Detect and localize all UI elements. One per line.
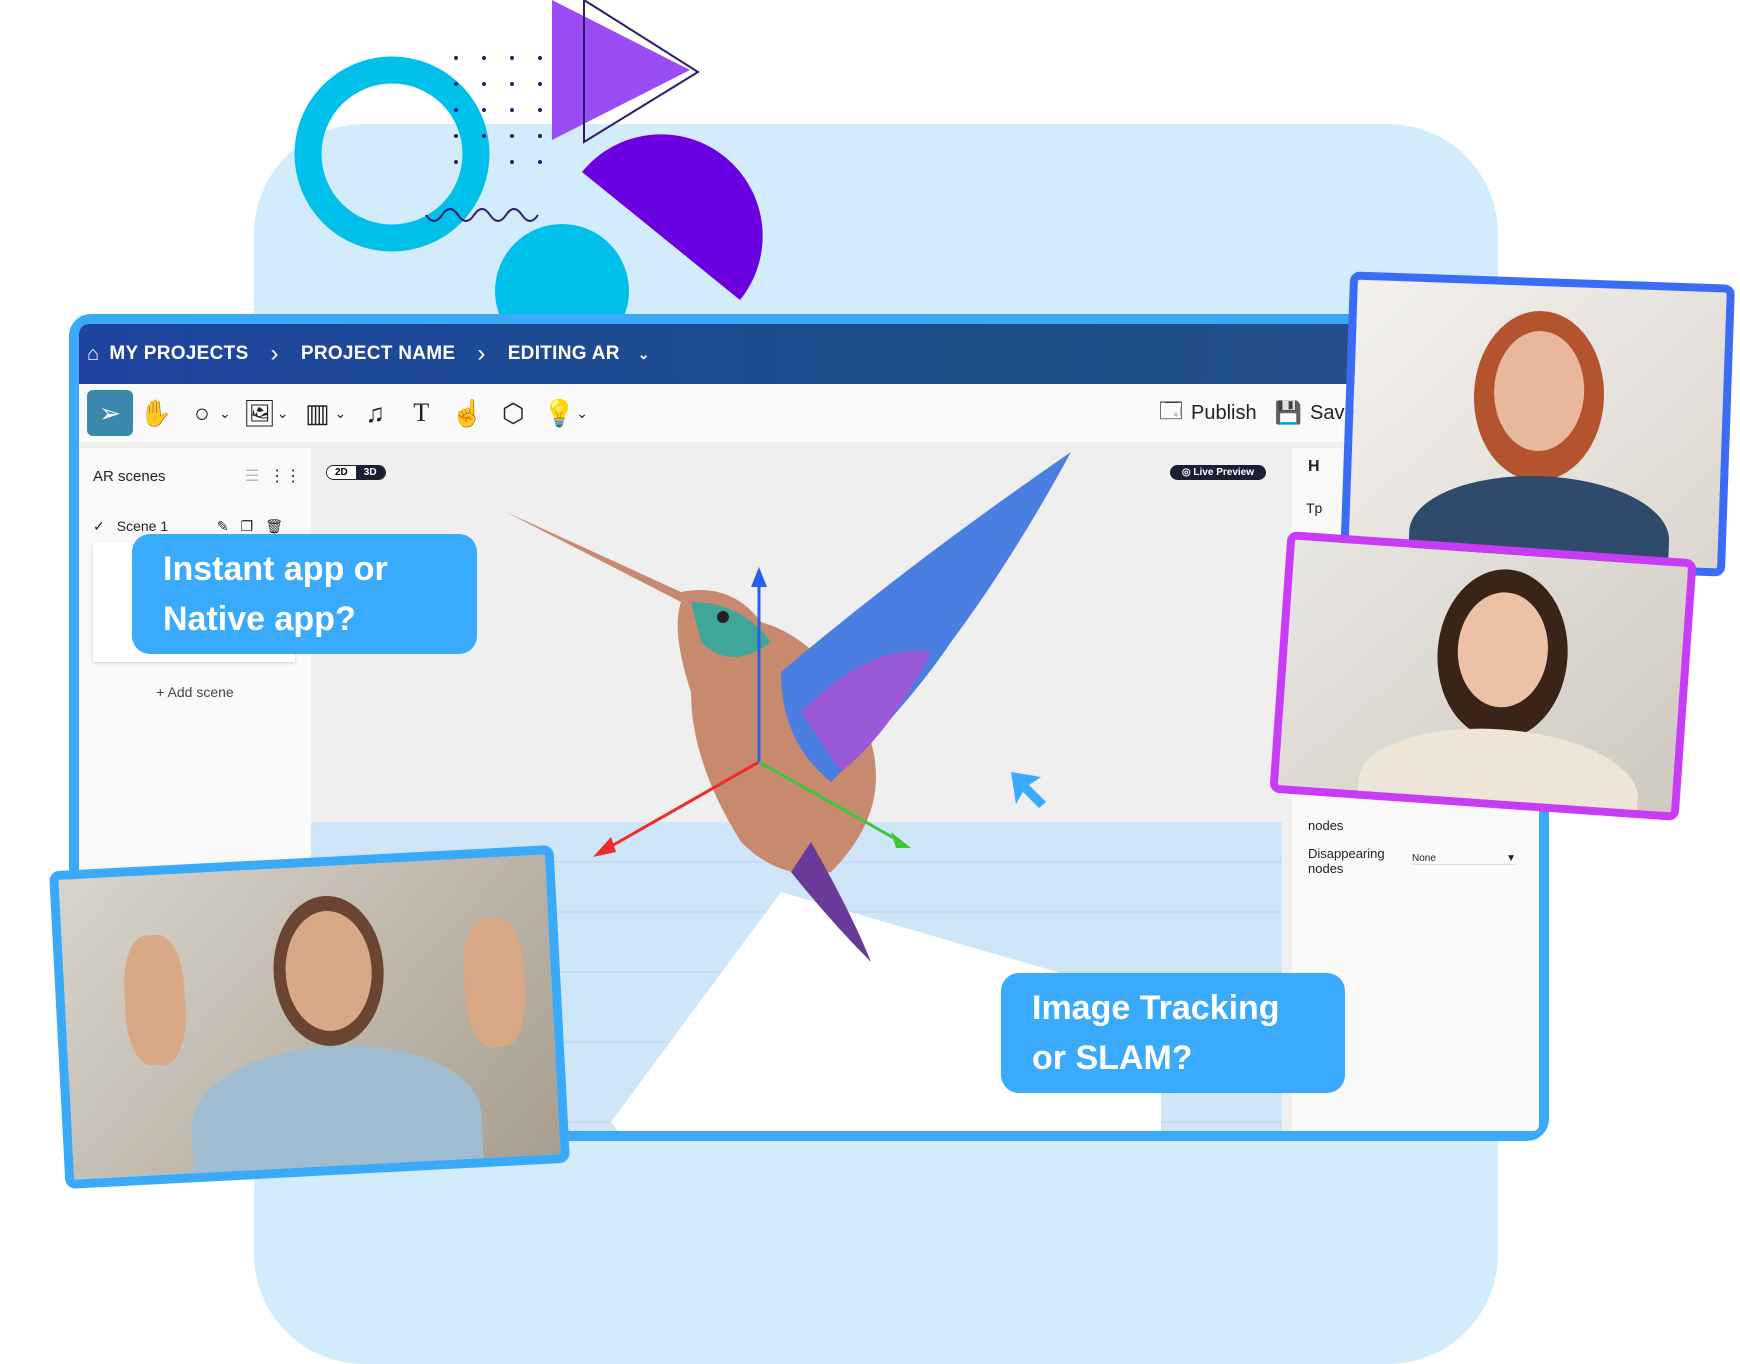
- scene-name: Scene 1: [116, 518, 169, 534]
- text-tool-button[interactable]: T: [398, 390, 444, 436]
- image-icon: 🖼: [243, 397, 277, 428]
- publish-icon: 🗔: [1159, 398, 1183, 423]
- trash-icon[interactable]: 🗑: [265, 518, 283, 535]
- chevron-down-icon[interactable]: ⌄: [277, 405, 289, 422]
- chevron-right-icon: ›: [477, 340, 486, 367]
- film-icon: ▥: [305, 397, 330, 428]
- pan-tool-button[interactable]: ✋: [133, 390, 179, 436]
- audio-tool-button[interactable]: ♫: [352, 390, 398, 436]
- chevron-down-icon[interactable]: ⌄: [334, 405, 346, 422]
- lightbulb-icon: 💡: [543, 397, 576, 428]
- chevron-down-icon[interactable]: ⌄: [219, 405, 231, 422]
- touch-icon: ☝: [451, 397, 484, 428]
- chevron-right-icon: ›: [270, 340, 279, 367]
- callout-app-type: Instant app or Native app?: [132, 534, 477, 654]
- home-icon[interactable]: ⌂: [87, 343, 99, 366]
- breadcrumb-my-projects[interactable]: MY PROJECTS: [109, 343, 248, 365]
- toolbar: ➢ ✋ ○⌄ 🖼⌄ ▥⌄ ♫ T ☝ ⬡ 💡⌄ 🗔Publish 💾Save ▶: [79, 384, 1539, 442]
- video-participant-man-headset: [49, 845, 570, 1189]
- 3d-model-tool-button[interactable]: ⬡: [490, 390, 536, 436]
- circle-icon: ○: [194, 397, 210, 428]
- breadcrumb: ⌂ MY PROJECTS › PROJECT NAME › EDITING A…: [79, 324, 1539, 384]
- list-view-icon[interactable]: ☰: [245, 466, 259, 486]
- text-icon: T: [413, 398, 430, 427]
- disappearing-nodes-label: Disappearing nodes: [1308, 846, 1385, 876]
- list-item[interactable]: ✓ Scene 1 ✎ ❐ 🗑: [93, 518, 283, 535]
- select-value: None: [1412, 853, 1436, 864]
- check-icon: ✓: [93, 518, 105, 534]
- music-icon: ♫: [365, 397, 385, 428]
- appearing-nodes-label: nodes: [1308, 818, 1344, 833]
- video-participant-woman-pen: [1269, 531, 1697, 821]
- breadcrumb-project-name[interactable]: PROJECT NAME: [301, 343, 456, 365]
- decorative-shapes: [294, 0, 763, 330]
- chevron-down-icon[interactable]: ⌄: [576, 405, 588, 422]
- add-scene-button[interactable]: + Add scene: [79, 684, 311, 700]
- edit-icon[interactable]: ✎: [217, 518, 229, 535]
- publish-button[interactable]: 🗔 Publish: [1159, 394, 1256, 432]
- callout-tracking: Image Tracking or SLAM?: [1001, 973, 1345, 1093]
- select-tool-button[interactable]: ➢: [87, 390, 133, 436]
- pointer-icon: ➢: [99, 397, 121, 428]
- breadcrumb-editing-ar[interactable]: EDITING AR: [508, 343, 620, 365]
- video-participant-woman-headphones: [1340, 271, 1735, 577]
- dropdown-arrow-icon: ▼: [1506, 853, 1516, 864]
- disappearing-nodes-select[interactable]: None ▼: [1412, 853, 1516, 865]
- chevron-down-icon[interactable]: ⌄: [638, 346, 650, 363]
- grid-view-icon[interactable]: ⋮⋮: [269, 466, 301, 486]
- interaction-tool-button[interactable]: ☝: [444, 390, 490, 436]
- cube-3d-icon: ⬡: [501, 397, 525, 428]
- duplicate-icon[interactable]: ❐: [241, 518, 254, 535]
- save-button[interactable]: 💾 Save: [1275, 400, 1356, 426]
- scenes-panel-title: AR scenes: [93, 468, 166, 485]
- properties-heading: H: [1308, 458, 1320, 475]
- hand-icon: ✋: [139, 397, 173, 428]
- properties-label: Tp: [1306, 500, 1323, 516]
- save-icon: 💾: [1274, 400, 1303, 425]
- cursor-icon: [1011, 772, 1046, 808]
- publish-label: Publish: [1191, 401, 1257, 424]
